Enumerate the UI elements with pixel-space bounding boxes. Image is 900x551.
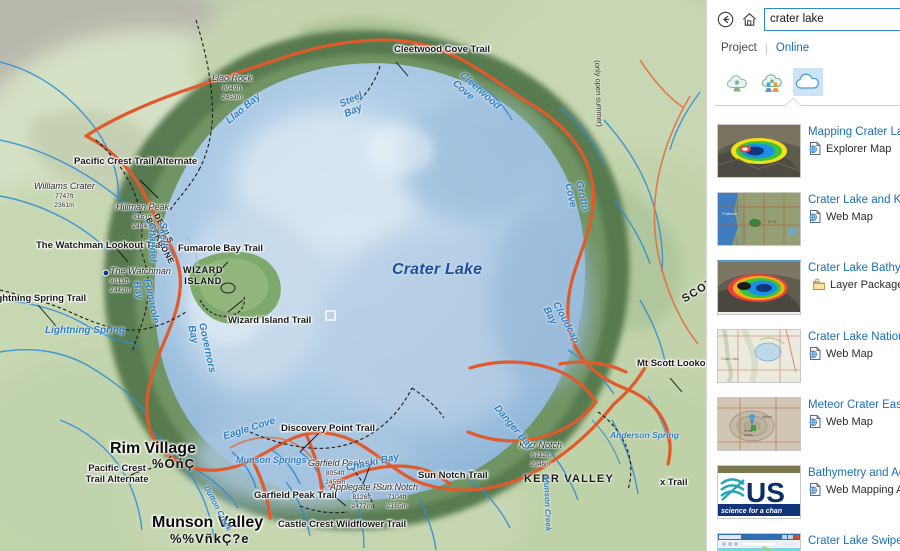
result-title[interactable]: Crater Lake Bathymetry [808,261,900,275]
result-info: Meteor Crater East of F Web Map [808,397,900,429]
list-item[interactable]: Crater Lake Crater Lake National Pa [707,322,900,390]
result-title[interactable]: Crater Lake Swipe [808,534,900,548]
result-type-row: Web Mapping Applic [808,482,900,497]
document-map-icon [808,482,822,497]
svg-text:U N: U N [768,219,776,224]
search-field-wrapper[interactable] [764,7,900,31]
result-info: Bathymetry and Acous Web Mapping Applic [808,465,900,497]
map-canvas [0,0,706,551]
result-title[interactable]: Meteor Crater East of F [808,398,900,412]
tab-online[interactable]: Online [776,42,809,54]
filter-divider [707,99,900,111]
list-item[interactable]: Crater Lake Swipe Web Mapping Applic [707,526,900,551]
result-thumbnail-satellite-coast: Portland U N [717,192,801,246]
result-title[interactable]: Mapping Crater Lake C [808,125,900,139]
list-item[interactable]: Portland U N Crater Lake and Klamat [707,185,900,253]
document-map-icon [808,141,822,156]
result-type-row: Web Map [808,346,900,361]
result-type-label: Web Map [826,347,873,360]
search-input[interactable] [770,13,897,25]
document-map-icon [808,346,822,361]
search-panel: Project | Online [706,0,900,551]
selected-filter-caret [785,99,801,106]
result-title[interactable]: Crater Lake National Pa [808,330,900,344]
list-item[interactable]: Meteor 5570ft 1698m Meteor Crater East o… [707,390,900,458]
tab-project[interactable]: Project [721,42,757,54]
svg-text:1698m: 1698m [744,433,754,437]
result-thumbnail-meteor-crater: Meteor 5570ft 1698m [717,397,801,451]
result-type-label: Web Mapping Applic [826,483,900,496]
tab-separator: | [764,41,768,55]
back-arrow-icon[interactable] [716,10,734,28]
source-tabs: Project | Online [707,32,900,62]
result-type-row: Web Map [808,414,900,429]
my-groups-cloud-icon[interactable] [758,68,788,96]
my-content-cloud-icon[interactable] [723,68,753,96]
result-type-row: Layer Package [808,277,900,292]
result-info: Mapping Crater Lake C Explorer Map [808,124,900,156]
result-thumbnail-bathymetry-2 [717,260,801,315]
svg-text:Crater Lake: Crater Lake [721,357,739,361]
result-info: Crater Lake Bathymetry Layer Package [808,260,900,292]
result-type-row: Web Map [808,209,900,224]
divider-line [715,105,900,106]
result-thumbnail-usgs-logo: US science for a chan [717,465,801,519]
result-type-label: Web Map [826,415,873,428]
document-map-icon [808,209,822,224]
home-icon[interactable] [740,10,758,28]
result-title[interactable]: Crater Lake and Klamat [808,193,900,207]
result-info: Crater Lake National Pa Web Map [808,329,900,361]
portal-filter-bar [707,62,900,99]
search-panel-header: Project | Online [707,0,900,111]
result-info: Crater Lake and Klamat Web Map [808,192,900,224]
document-map-icon [808,414,822,429]
search-row [707,6,900,32]
arcgis-pro-window: Crater Lake Cleetwood Cove Trail Pacific… [0,0,900,551]
list-item[interactable]: Crater Lake Bathymetry Layer Package [707,253,900,322]
result-type-label: Layer Package [830,278,900,291]
layer-package-icon [812,277,826,292]
result-title[interactable]: Bathymetry and Acous [808,466,900,480]
list-item[interactable]: US science for a chan Bathymetry and Aco… [707,458,900,526]
result-thumbnail-bathymetry [717,124,801,178]
svg-text:Portland: Portland [722,211,737,216]
result-thumbnail-browser-worldmap [717,533,801,551]
svg-text:Meteor: Meteor [762,415,773,419]
list-item[interactable]: Mapping Crater Lake C Explorer Map [707,117,900,185]
result-type-row: Explorer Map [808,141,900,156]
result-info: Crater Lake Swipe Web Mapping Applic [808,533,900,551]
result-thumbnail-topo-quad: Crater Lake [717,329,801,383]
result-type-label: Web Map [826,210,873,223]
result-type-label: Explorer Map [826,142,892,155]
svg-text:science for a chan: science for a chan [721,508,782,515]
all-portal-cloud-icon[interactable] [793,68,823,96]
svg-text:US: US [746,477,785,508]
map-view[interactable]: Crater Lake Cleetwood Cove Trail Pacific… [0,0,706,551]
search-results-list[interactable]: Mapping Crater Lake C Explorer Map [707,117,900,551]
